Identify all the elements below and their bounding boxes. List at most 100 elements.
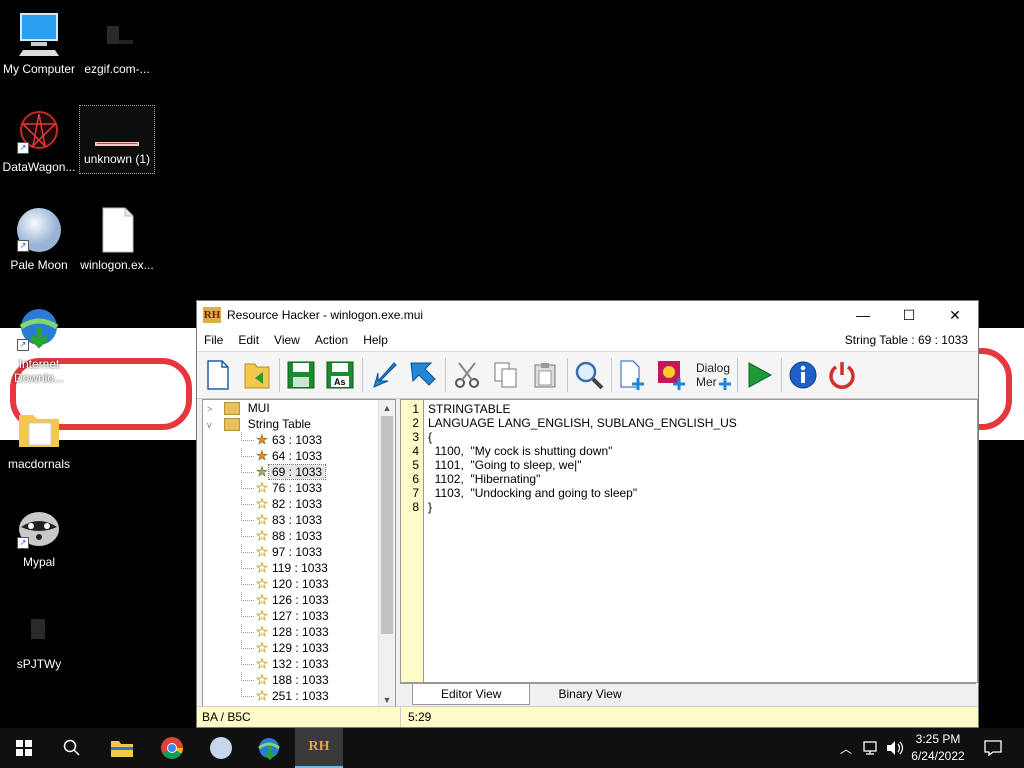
tree-item[interactable]: ★ 120 : 1033 <box>203 576 395 592</box>
tree-item[interactable]: ★ 126 : 1033 <box>203 592 395 608</box>
script-editor[interactable]: 12345678 STRINGTABLE LANGUAGE LANG_ENGLIS… <box>400 399 978 683</box>
desktop-icon-ezgif[interactable]: ezgif.com-... <box>74 10 160 76</box>
tab-editor-view[interactable]: Editor View <box>412 684 531 705</box>
blank-file-icon <box>93 206 141 254</box>
taskbar-pale-moon[interactable] <box>197 728 245 768</box>
tree-folder-mui[interactable]: > MUI <box>203 400 395 416</box>
code-line[interactable]: 1100, "My cock is shutting down" <box>428 444 977 458</box>
toolbar-separator <box>279 358 280 392</box>
exit-button[interactable] <box>825 358 859 392</box>
code-line[interactable]: 1102, "Hibernating" <box>428 472 977 486</box>
save-button[interactable] <box>284 358 318 392</box>
taskbar-internet-download[interactable] <box>246 728 294 768</box>
tree-item[interactable]: ★ 63 : 1033 <box>203 432 395 448</box>
add-resource-button[interactable] <box>616 358 650 392</box>
datawagon-icon: ↗ <box>15 108 63 156</box>
code-line[interactable]: 1103, "Undocking and going to sleep" <box>428 486 977 500</box>
tree-item[interactable]: ★ 127 : 1033 <box>203 608 395 624</box>
open-button[interactable] <box>240 358 274 392</box>
find-button[interactable] <box>572 358 606 392</box>
desktop-icon-datawagon[interactable]: ↗ DataWagon... <box>0 108 82 174</box>
menu-edit[interactable]: Edit <box>231 333 267 347</box>
status-divider <box>400 707 401 727</box>
taskbar-resource-hacker[interactable]: RH <box>295 728 343 768</box>
tree-connector <box>241 512 254 521</box>
export-button[interactable] <box>406 358 440 392</box>
dialog-merger-button[interactable]: Dialog Mer <box>694 358 732 392</box>
menu-help[interactable]: Help <box>356 333 396 347</box>
desktop-icon-pale-moon[interactable]: ↗ Pale Moon <box>0 206 82 272</box>
chevron-down-icon[interactable]: v <box>207 417 221 433</box>
tree-item[interactable]: ★ 119 : 1033 <box>203 560 395 576</box>
minimize-button[interactable]: — <box>840 301 886 329</box>
scrollbar-thumb[interactable] <box>381 416 393 634</box>
tree-item-label: 128 : 1033 <box>272 625 329 639</box>
folder-icon <box>111 741 133 757</box>
notification-icon[interactable] <box>978 728 1008 768</box>
save-as-button[interactable]: As <box>323 358 357 392</box>
add-image-button[interactable] <box>655 358 689 392</box>
taskbar-chrome[interactable] <box>148 728 196 768</box>
start-button[interactable] <box>0 728 48 768</box>
new-file-button[interactable] <box>201 358 235 392</box>
title-bar[interactable]: RH Resource Hacker - winlogon.exe.mui — … <box>197 301 978 329</box>
taskbar-file-explorer[interactable] <box>98 728 146 768</box>
tree-connector <box>241 576 254 585</box>
tree-item[interactable]: ★ 82 : 1033 <box>203 496 395 512</box>
tree-item[interactable]: ★ 69 : 1033 <box>203 464 395 480</box>
scroll-up-arrow-icon[interactable]: ▲ <box>379 400 395 416</box>
code-line[interactable]: 1101, "Going to sleep, we|" <box>428 458 977 472</box>
compile-script-button[interactable] <box>742 358 776 392</box>
chevron-right-icon[interactable]: > <box>207 401 221 417</box>
tree-item[interactable]: ★ 88 : 1033 <box>203 528 395 544</box>
line-number: 4 <box>412 444 419 458</box>
desktop-icon-mypal[interactable]: ↗ Mypal <box>0 503 82 569</box>
tree-item[interactable]: ★ 132 : 1033 <box>203 656 395 672</box>
tree-item-label: 188 : 1033 <box>272 673 329 687</box>
desktop-icon-macdornals[interactable]: macdornals <box>0 405 82 471</box>
desktop-icon-internet-download[interactable]: ↗ Internet Downlo... <box>0 305 82 385</box>
desktop-icon-my-computer[interactable]: My Computer <box>0 10 82 76</box>
search-button[interactable] <box>48 728 96 768</box>
status-cursor-position: 5:29 <box>408 710 432 724</box>
menu-view[interactable]: View <box>267 333 308 347</box>
cut-button[interactable] <box>450 358 484 392</box>
import-button[interactable] <box>367 358 401 392</box>
code-area[interactable]: STRINGTABLE LANGUAGE LANG_ENGLISH, SUBLAN… <box>428 402 977 514</box>
network-icon[interactable] <box>858 728 882 768</box>
tree-item[interactable]: ★ 129 : 1033 <box>203 640 395 656</box>
menu-action[interactable]: Action <box>308 333 356 347</box>
about-button[interactable] <box>786 358 820 392</box>
code-line[interactable]: STRINGTABLE <box>428 402 977 416</box>
tree-item[interactable]: ★ 64 : 1033 <box>203 448 395 464</box>
tree-item[interactable]: ★ 251 : 1033 <box>203 688 395 704</box>
desktop-icon-unknown[interactable]: unknown (1) <box>79 105 155 174</box>
tab-binary-view[interactable]: Binary View <box>530 684 649 704</box>
maximize-button[interactable]: ☐ <box>886 301 932 329</box>
tree-item[interactable]: ★ 128 : 1033 <box>203 624 395 640</box>
tree-item[interactable]: ★ 188 : 1033 <box>203 672 395 688</box>
line-number: 6 <box>412 472 419 486</box>
desktop-icon-winlogon[interactable]: winlogon.ex... <box>74 206 160 272</box>
code-line[interactable]: { <box>428 430 977 444</box>
tree-item[interactable]: ★ 76 : 1033 <box>203 480 395 496</box>
clock-date[interactable]: 6/24/2022 <box>906 749 970 763</box>
close-button[interactable]: ✕ <box>932 301 978 329</box>
desktop-icon-spjtwy[interactable]: sPJTWy <box>0 605 82 671</box>
code-line[interactable]: LANGUAGE LANG_ENGLISH, SUBLANG_ENGLISH_U… <box>428 416 977 430</box>
volume-icon[interactable] <box>882 728 908 768</box>
tree-scrollbar[interactable]: ▲ ▼ <box>378 400 395 708</box>
resource-tree[interactable]: > MUI v String Table ★ 63 : 1033 ★ 64 : 103… <box>202 399 396 709</box>
menu-file[interactable]: File <box>197 333 231 347</box>
clock-time[interactable]: 3:25 PM <box>906 732 970 746</box>
tray-overflow-chevron-icon[interactable]: ︿ <box>836 728 856 768</box>
star-icon: ★ <box>256 448 268 464</box>
code-line[interactable]: } <box>428 500 977 514</box>
copy-button[interactable] <box>489 358 523 392</box>
tree-item[interactable]: ★ 97 : 1033 <box>203 544 395 560</box>
tree-folder-string-table[interactable]: v String Table <box>203 416 395 432</box>
toolbar: As Dialog Mer <box>197 351 978 399</box>
tree-item[interactable]: ★ 83 : 1033 <box>203 512 395 528</box>
toolbar-separator <box>737 358 738 392</box>
paste-button[interactable] <box>528 358 562 392</box>
